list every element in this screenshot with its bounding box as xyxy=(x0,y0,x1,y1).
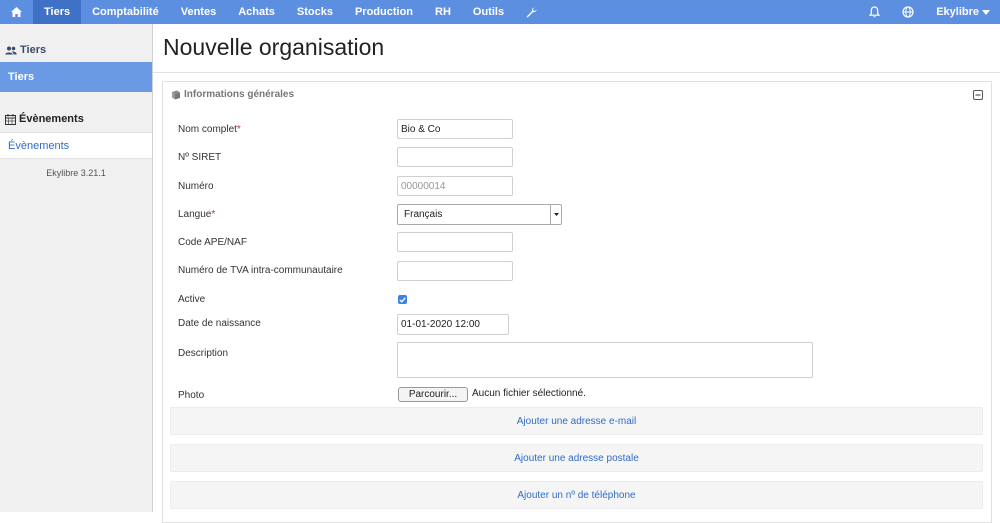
nav-rh[interactable]: RH xyxy=(424,0,462,24)
sidebar-item-tiers[interactable]: Tiers xyxy=(0,62,152,92)
add-postal-address-button[interactable]: Ajouter une adresse postale xyxy=(170,444,983,472)
description-label: Description xyxy=(178,348,229,359)
home-button[interactable] xyxy=(0,0,33,24)
full-name-input[interactable] xyxy=(397,119,513,139)
add-phone-button[interactable]: Ajouter un nº de téléphone xyxy=(170,481,983,509)
number-label: Numéro xyxy=(178,181,214,192)
vat-label: Numéro de TVA intra-communautaire xyxy=(178,265,343,276)
globe-icon xyxy=(902,6,914,18)
users-icon xyxy=(5,46,17,54)
sidebar-item-events[interactable]: Évènements xyxy=(0,132,152,159)
app-version: Ekylibre 3.21.1 xyxy=(46,168,106,178)
nav-comptabilite[interactable]: Comptabilité xyxy=(81,0,170,24)
bell-icon xyxy=(869,6,881,18)
nav-production[interactable]: Production xyxy=(344,0,424,24)
nav-achats[interactable]: Achats xyxy=(227,0,286,24)
language-select[interactable]: Français xyxy=(397,204,562,225)
user-label: Ekylibre xyxy=(936,6,979,18)
ape-input[interactable] xyxy=(397,232,513,252)
minus-square-icon xyxy=(973,90,983,100)
language-button[interactable] xyxy=(891,0,925,24)
check-icon xyxy=(399,297,406,303)
user-menu[interactable]: Ekylibre xyxy=(925,0,1000,24)
vat-input[interactable] xyxy=(397,261,513,281)
active-label: Active xyxy=(178,294,206,305)
nav-stocks[interactable]: Stocks xyxy=(286,0,344,24)
nav-ventes[interactable]: Ventes xyxy=(170,0,227,24)
nav-tiers[interactable]: Tiers xyxy=(33,0,82,24)
active-checkbox[interactable] xyxy=(398,295,407,304)
add-email-button[interactable]: Ajouter une adresse e-mail xyxy=(170,407,983,435)
nav-outils[interactable]: Outils xyxy=(462,0,515,24)
title-divider xyxy=(153,72,1000,73)
description-textarea[interactable] xyxy=(397,342,813,378)
page-title: Nouvelle organisation xyxy=(163,34,385,60)
select-arrow-icon xyxy=(550,205,561,224)
language-label: Langue* xyxy=(178,209,216,220)
notifications-button[interactable] xyxy=(858,0,891,24)
sidebar: Tiers Tiers Évènements Évènements Ekylib… xyxy=(0,24,153,512)
panel-header: Informations générales xyxy=(171,89,294,100)
required-marker: * xyxy=(211,209,216,220)
siret-input[interactable] xyxy=(397,147,513,167)
home-icon xyxy=(11,7,22,17)
birthdate-input[interactable] xyxy=(397,314,509,335)
siret-label: Nº SIRET xyxy=(178,152,222,163)
settings-button[interactable] xyxy=(515,0,548,24)
book-icon xyxy=(172,90,180,99)
calendar-icon xyxy=(5,113,16,125)
top-nav: Tiers Comptabilité Ventes Achats Stocks … xyxy=(0,0,1000,24)
sidebar-section-events: Évènements xyxy=(0,109,152,129)
browse-button[interactable]: Parcourir... xyxy=(398,387,468,402)
wrench-icon xyxy=(526,7,537,17)
sidebar-section-tiers: Tiers xyxy=(0,40,152,60)
ape-label: Code APE/NAF xyxy=(178,237,247,248)
caret-down-icon xyxy=(982,9,990,15)
photo-label: Photo xyxy=(178,390,205,401)
full-name-label: Nom complet* xyxy=(178,124,241,135)
collapse-button[interactable] xyxy=(973,90,983,103)
required-marker: * xyxy=(236,124,241,135)
file-status: Aucun fichier sélectionné. xyxy=(472,388,586,399)
birthdate-label: Date de naissance xyxy=(178,318,261,329)
number-input[interactable] xyxy=(397,176,513,196)
